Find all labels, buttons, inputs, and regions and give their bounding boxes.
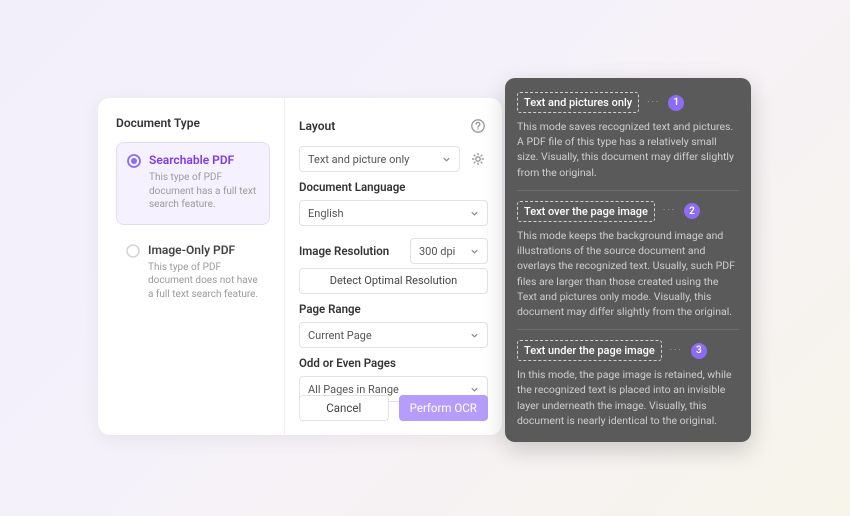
option-image-only-pdf[interactable]: Image-Only PDF This type of PDF document… (116, 233, 270, 314)
chevron-down-icon (442, 155, 451, 164)
option-searchable-pdf[interactable]: Searchable PDF This type of PDF document… (116, 142, 270, 225)
document-type-panel: Document Type Searchable PDF This type o… (98, 98, 285, 435)
option-desc: This type of PDF document does not have … (148, 261, 260, 302)
radio-selected-icon (127, 154, 141, 168)
language-value: English (308, 207, 344, 220)
gear-icon[interactable] (468, 149, 488, 169)
chevron-down-icon (470, 209, 479, 218)
layout-value: Text and picture only (308, 153, 409, 166)
callout-desc: This mode saves recognized text and pict… (517, 119, 739, 180)
resolution-select[interactable]: 300 dpi (410, 238, 488, 264)
callout-number-badge: 1 (668, 95, 684, 111)
layout-help-callout: Text and pictures only ··· 1 This mode s… (505, 78, 751, 442)
callout-section-1: Text and pictures only ··· 1 This mode s… (517, 88, 739, 191)
connector-icon: ··· (647, 98, 660, 108)
callout-number-badge: 2 (684, 203, 700, 219)
document-type-title: Document Type (116, 116, 270, 130)
language-label: Document Language (299, 180, 488, 194)
callout-section-3: Text under the page image ··· 3 In this … (517, 336, 739, 428)
chevron-down-icon (470, 247, 479, 256)
callout-title: Text and pictures only (517, 92, 639, 113)
detect-resolution-button[interactable]: Detect Optimal Resolution (299, 268, 488, 294)
connector-icon: ··· (663, 206, 676, 216)
callout-title: Text over the page image (517, 201, 655, 222)
chevron-down-icon (470, 331, 479, 340)
chevron-down-icon (470, 385, 479, 394)
callout-number-badge: 3 (691, 343, 707, 359)
option-title: Image-Only PDF (148, 243, 260, 257)
connector-icon: ··· (670, 346, 683, 356)
ocr-settings-dialog: Document Type Searchable PDF This type o… (98, 98, 502, 435)
language-select[interactable]: English (299, 200, 488, 226)
page-range-label: Page Range (299, 302, 488, 316)
callout-desc: In this mode, the page image is retained… (517, 367, 739, 428)
option-title: Searchable PDF (149, 153, 259, 167)
resolution-label: Image Resolution (299, 244, 400, 258)
odd-even-value: All Pages in Range (308, 383, 399, 396)
perform-ocr-button[interactable]: Perform OCR (399, 395, 489, 421)
page-range-value: Current Page (308, 329, 372, 342)
callout-section-2: Text over the page image ··· 2 This mode… (517, 197, 739, 330)
resolution-value: 300 dpi (419, 245, 455, 258)
radio-unselected-icon (126, 244, 140, 258)
layout-label: Layout (299, 119, 468, 133)
layout-select[interactable]: Text and picture only (299, 146, 460, 172)
callout-desc: This mode keeps the background image and… (517, 228, 739, 319)
page-range-select[interactable]: Current Page (299, 322, 488, 348)
option-desc: This type of PDF document has a full tex… (149, 171, 259, 212)
settings-panel: Layout Text and picture only Document La… (285, 98, 502, 435)
cancel-button[interactable]: Cancel (299, 395, 389, 421)
odd-even-label: Odd or Even Pages (299, 356, 488, 370)
help-icon[interactable] (468, 116, 488, 136)
callout-title: Text under the page image (517, 340, 662, 361)
